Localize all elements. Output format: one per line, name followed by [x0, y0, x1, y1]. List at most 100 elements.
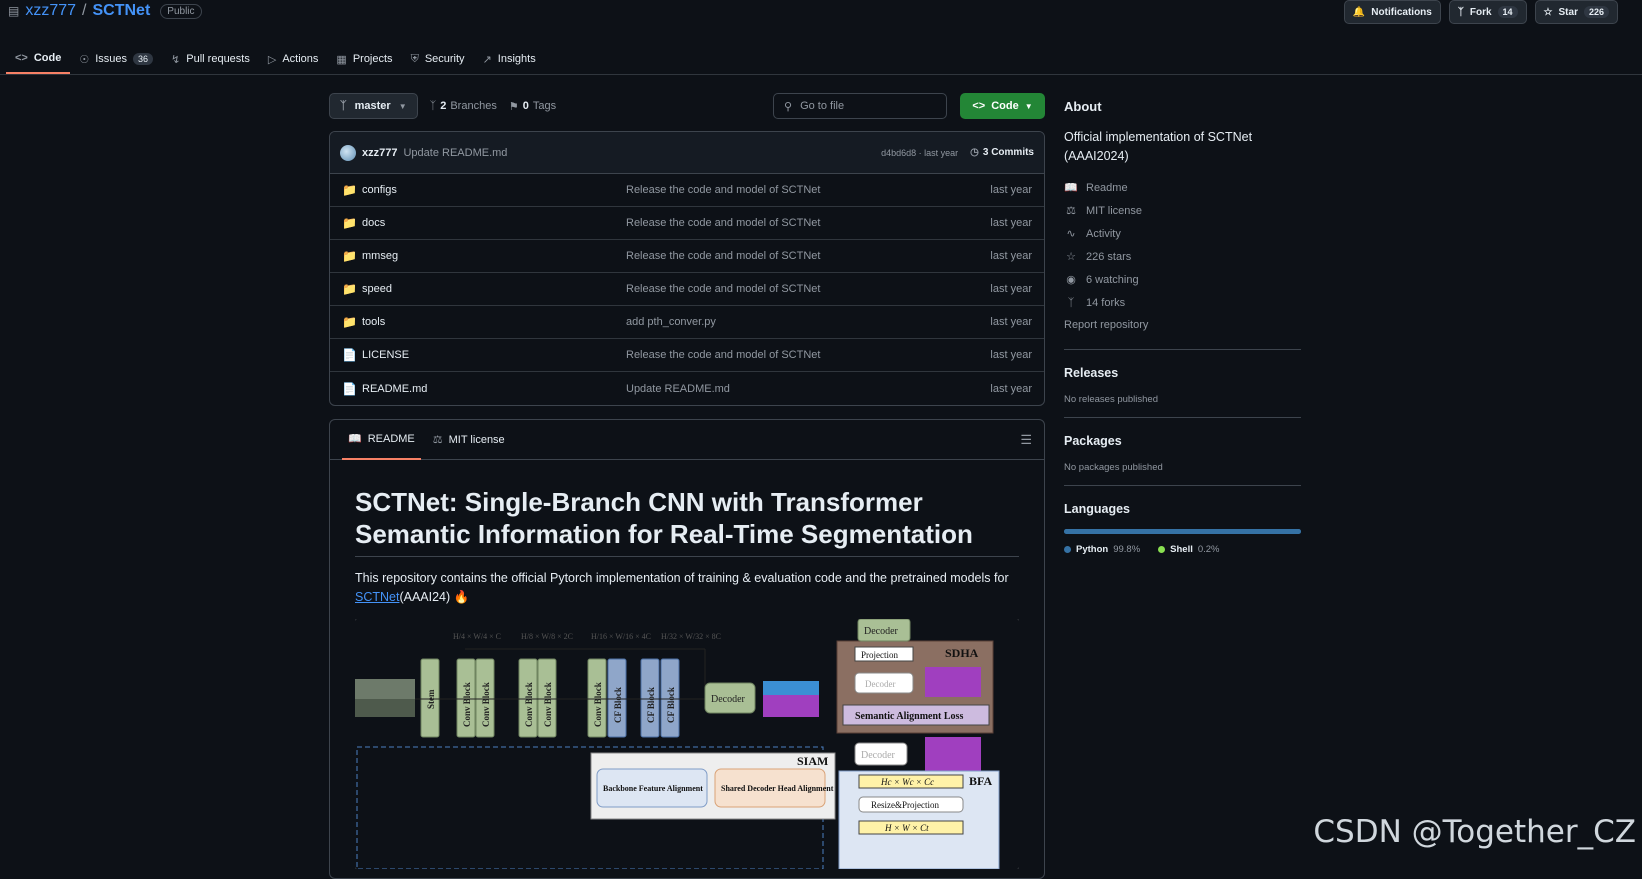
file-commit-link[interactable]: Release the code and model of SCTNet — [626, 250, 990, 262]
outline-list-icon[interactable]: ☰ — [1020, 432, 1032, 448]
readme-tabs: 📖 README ⚖ MIT license ☰ — [330, 420, 1044, 460]
tab-code[interactable]: <> Code — [6, 44, 70, 74]
svg-text:Decoder: Decoder — [865, 679, 895, 689]
about-item[interactable]: ◉6 watching — [1064, 268, 1301, 291]
star-button[interactable]: ☆ Star 226 — [1535, 0, 1618, 24]
tab-pull-requests[interactable]: ↯ Pull requests — [162, 44, 259, 74]
code-button-label: Code — [991, 100, 1019, 112]
about-item[interactable]: 📖Readme — [1064, 176, 1301, 199]
commit-author-link[interactable]: xzz777 — [362, 147, 397, 159]
file-age: last year — [990, 349, 1032, 361]
branches-label: Branches — [450, 100, 496, 112]
packages-heading[interactable]: Packages — [1064, 434, 1301, 448]
tab-readme[interactable]: 📖 README — [342, 420, 421, 460]
file-icon: 📄 — [342, 348, 362, 362]
conv-block: Conv Block — [457, 659, 475, 737]
siam-box: SIAM Backbone Feature Alignment Shared D… — [591, 753, 835, 819]
commit-hash-time[interactable]: d4bd6d8 · last year — [881, 148, 958, 158]
size-label: H/4 × W/4 × C — [453, 632, 501, 641]
conv-block: Conv Block — [538, 659, 556, 737]
fork-icon: ᛉ — [1064, 297, 1078, 309]
avatar[interactable] — [340, 145, 356, 161]
file-row: 📁docsRelease the code and model of SCTNe… — [330, 207, 1044, 240]
file-name-link[interactable]: tools — [362, 316, 626, 328]
readme-intro-suffix: (AAAI24) — [399, 590, 450, 604]
repo-actions: 🔔 Notifications ᛉ Fork 14 ☆ Star 226 — [1344, 0, 1618, 24]
about-item[interactable]: ☆226 stars — [1064, 245, 1301, 268]
notifications-button[interactable]: 🔔 Notifications — [1344, 0, 1441, 24]
file-name-link[interactable]: mmseg — [362, 250, 626, 262]
svg-text:CF Block: CF Block — [646, 687, 656, 723]
language-dot-icon — [1158, 546, 1165, 553]
branch-selector[interactable]: ᛉ master ▼ — [329, 93, 418, 119]
repo-owner-link[interactable]: xzz777 — [25, 2, 76, 20]
about-item-label: 14 forks — [1086, 297, 1125, 309]
readme-panel: 📖 README ⚖ MIT license ☰ SCTNet: Single-… — [329, 419, 1045, 879]
releases-heading[interactable]: Releases — [1064, 366, 1301, 380]
language-dot-icon — [1064, 546, 1071, 553]
go-to-file-placeholder: Go to file — [800, 100, 844, 112]
shield-icon: ⛨ — [411, 53, 419, 66]
language-item[interactable]: Shell0.2% — [1158, 544, 1219, 555]
go-to-file-input[interactable]: ⚲ Go to file — [773, 93, 947, 119]
fork-count: 14 — [1498, 6, 1518, 18]
notifications-label: Notifications — [1371, 7, 1432, 18]
fork-button[interactable]: ᛉ Fork 14 — [1449, 0, 1527, 24]
file-commit-link[interactable]: add pth_conver.py — [626, 316, 990, 328]
svg-text:SIAM: SIAM — [797, 754, 828, 768]
code-dropdown-button[interactable]: <> Code ▼ — [960, 93, 1045, 119]
tab-security[interactable]: ⛨ Security — [402, 44, 474, 74]
about-item-label: Readme — [1086, 182, 1128, 194]
file-name-link[interactable]: speed — [362, 283, 626, 295]
star-label: Star — [1559, 7, 1578, 18]
file-commit-link[interactable]: Release the code and model of SCTNet — [626, 217, 990, 229]
file-row: 📁mmsegRelease the code and model of SCTN… — [330, 240, 1044, 273]
language-list: Python99.8% Shell0.2% — [1064, 544, 1301, 555]
svg-text:Projection: Projection — [861, 650, 898, 660]
readme-intro: This repository contains the official Py… — [355, 569, 1019, 607]
tab-label: Insights — [498, 53, 536, 65]
about-heading: About — [1064, 99, 1301, 114]
svg-text:SDHA: SDHA — [945, 646, 979, 660]
file-commit-link[interactable]: Release the code and model of SCTNet — [626, 184, 990, 196]
file-row: 📄LICENSERelease the code and model of SC… — [330, 339, 1044, 372]
cf-block: CF Block — [608, 659, 626, 737]
branches-link[interactable]: ᛉ 2 Branches — [430, 100, 497, 112]
file-commit-link[interactable]: Release the code and model of SCTNet — [626, 349, 990, 361]
file-name-link[interactable]: LICENSE — [362, 349, 626, 361]
pulse-icon: ∿ — [1064, 227, 1078, 240]
law-icon: ⚖ — [433, 433, 443, 446]
repo-name-link[interactable]: SCTNet — [93, 2, 151, 20]
report-repository-link[interactable]: Report repository — [1064, 314, 1301, 337]
file-commit-link[interactable]: Release the code and model of SCTNet — [626, 283, 990, 295]
about-item-label: MIT license — [1086, 205, 1142, 217]
folder-icon: 📁 — [342, 249, 362, 263]
conv-block: Conv Block — [519, 659, 537, 737]
svg-text:BFA: BFA — [969, 774, 992, 788]
tab-issues[interactable]: ☉ Issues 36 — [70, 44, 162, 74]
about-item[interactable]: ᛉ 14 forks — [1064, 291, 1301, 314]
tags-label: Tags — [533, 100, 556, 112]
sctnet-link[interactable]: SCTNet — [355, 590, 399, 604]
about-item-label: Activity — [1086, 228, 1121, 240]
language-item[interactable]: Python99.8% — [1064, 544, 1140, 555]
file-row: 📁speedRelease the code and model of SCTN… — [330, 273, 1044, 306]
about-item[interactable]: ⚖MIT license — [1064, 199, 1301, 222]
about-item[interactable]: ∿ Activity — [1064, 222, 1301, 245]
file-name-link[interactable]: docs — [362, 217, 626, 229]
commits-history-link[interactable]: ◷ 3 Commits — [970, 147, 1034, 158]
tab-projects[interactable]: ▦ Projects — [327, 44, 401, 74]
file-age: last year — [990, 283, 1032, 295]
visibility-badge: Public — [160, 4, 201, 19]
file-commit-link[interactable]: Update README.md — [626, 383, 990, 395]
repo-separator: / — [82, 2, 86, 20]
tags-link[interactable]: ⚑ 0 Tags — [509, 100, 556, 113]
tab-insights[interactable]: ↗ Insights — [474, 44, 545, 74]
file-name-link[interactable]: configs — [362, 184, 626, 196]
issue-icon: ☉ — [79, 53, 89, 66]
tab-license[interactable]: ⚖ MIT license — [427, 420, 511, 460]
commit-message-link[interactable]: Update README.md — [403, 147, 507, 159]
latest-commit-row: xzz777 Update README.md d4bd6d8 · last y… — [330, 132, 1044, 174]
tab-actions[interactable]: ▷ Actions — [259, 44, 328, 74]
file-name-link[interactable]: README.md — [362, 383, 626, 395]
